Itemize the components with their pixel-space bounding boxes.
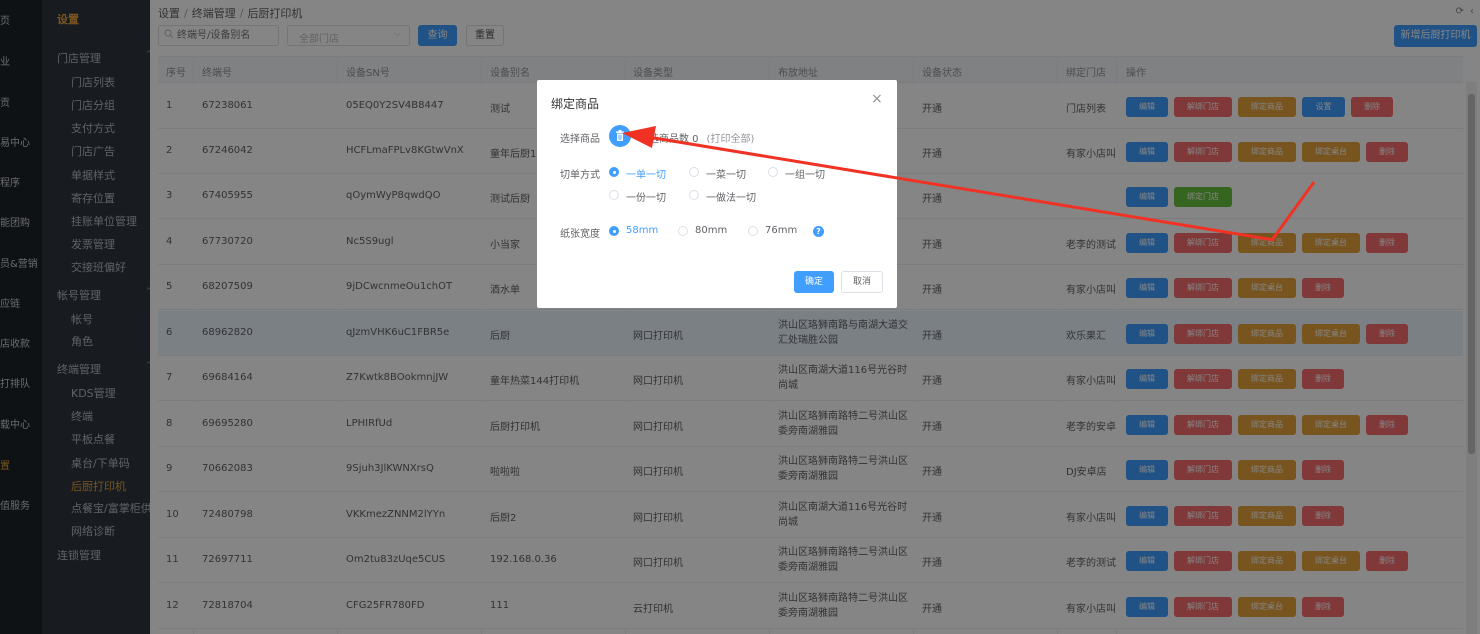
annotation-arrow: [622, 126, 1316, 242]
annotation-arrows: [622, 126, 1316, 242]
